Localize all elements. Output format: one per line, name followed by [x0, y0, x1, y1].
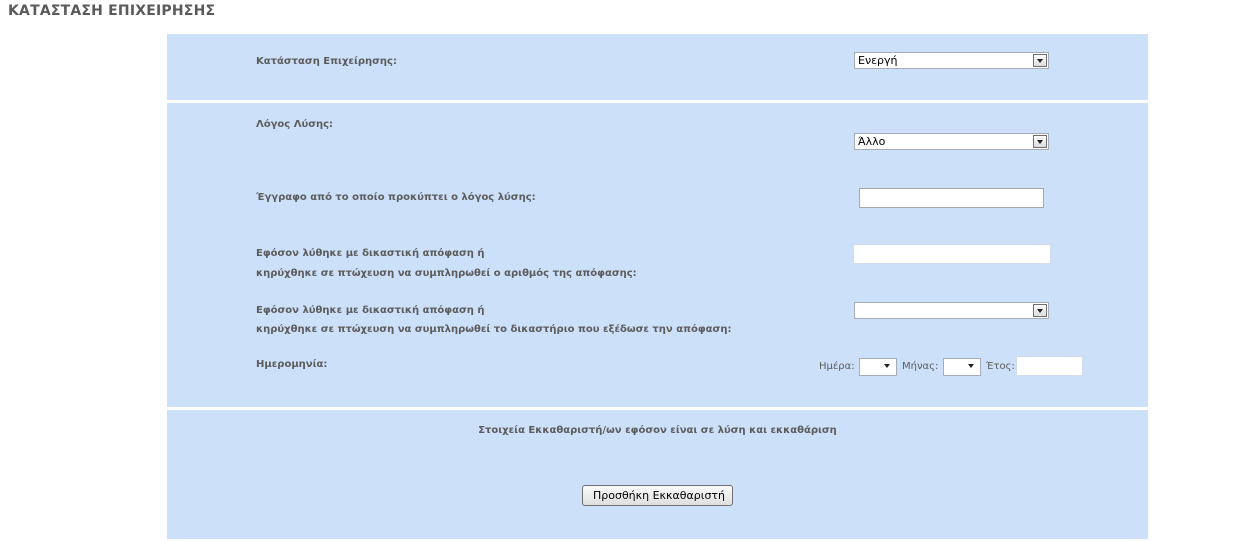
- month-select[interactable]: [943, 358, 981, 376]
- day-select[interactable]: [859, 358, 897, 376]
- decision-number-label-line1: Εφόσον λύθηκε με δικαστική απόφαση ή: [256, 248, 485, 259]
- dissolution-panel: Λόγος Λύσης: Άλλο Έγγραφο από το οποίο π…: [167, 103, 1148, 407]
- liquidators-panel: Στοιχεία Εκκαθαριστή/ων εφόσον είναι σε …: [167, 410, 1148, 539]
- document-label: Έγγραφο από το οποίο προκύπτει ο λόγος λ…: [256, 192, 536, 203]
- year-label: Έτος:: [986, 361, 1015, 372]
- court-label-line1: Εφόσον λύθηκε με δικαστική απόφαση ή: [256, 305, 485, 316]
- business-status-value: Ενεργή: [858, 54, 898, 67]
- chevron-down-icon[interactable]: [965, 360, 979, 373]
- decision-number-input[interactable]: [853, 244, 1051, 264]
- month-label: Μήνας:: [902, 361, 939, 372]
- chevron-down-icon[interactable]: [1033, 135, 1047, 148]
- add-liquidator-button[interactable]: Προσθήκη Εκκαθαριστή: [582, 485, 733, 506]
- court-select[interactable]: [854, 302, 1049, 319]
- year-input[interactable]: [1016, 356, 1083, 376]
- court-label-line2: κηρύχθηκε σε πτώχευση να συμπληρωθεί το …: [256, 324, 732, 335]
- decision-number-label-line2: κηρύχθηκε σε πτώχευση να συμπληρωθεί ο α…: [256, 268, 637, 279]
- dissolution-reason-select[interactable]: Άλλο: [854, 133, 1049, 150]
- business-status-select[interactable]: Ενεργή: [854, 52, 1049, 69]
- dissolution-reason-value: Άλλο: [858, 135, 886, 148]
- business-status-panel: Κατάσταση Επιχείρησης: Ενεργή: [167, 34, 1148, 100]
- liquidators-heading: Στοιχεία Εκκαθαριστή/ων εφόσον είναι σε …: [478, 425, 837, 436]
- chevron-down-icon[interactable]: [1033, 304, 1047, 317]
- date-label: Ημερομηνία:: [256, 359, 328, 370]
- chevron-down-icon[interactable]: [881, 360, 895, 373]
- dissolution-reason-label: Λόγος Λύσης:: [256, 119, 334, 130]
- chevron-down-icon[interactable]: [1033, 54, 1047, 67]
- day-label: Ημέρα:: [819, 361, 855, 372]
- business-status-label: Κατάσταση Επιχείρησης:: [256, 56, 397, 67]
- page-title: ΚΑΤΑΣΤΑΣΗ ΕΠΙΧΕΙΡΗΣΗΣ: [8, 3, 216, 19]
- document-input[interactable]: [859, 188, 1044, 208]
